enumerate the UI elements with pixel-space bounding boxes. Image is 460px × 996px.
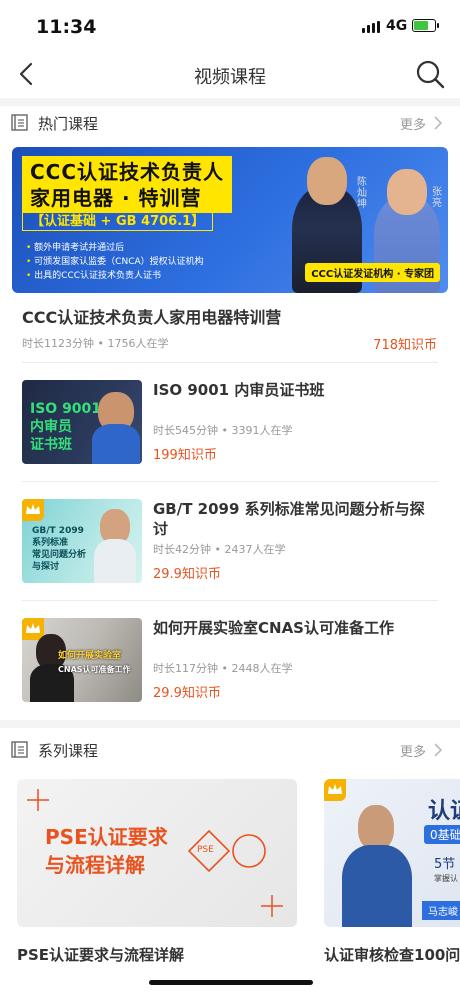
crown-icon	[22, 499, 44, 521]
course-title: 如何开展实验室CNAS认可准备工作	[153, 619, 394, 637]
featured-course-banner[interactable]: CCC认证技术负责人 家用电器 · 特训营 【认证基础 + GB 4706.1】…	[12, 147, 448, 293]
status-bar: 11:34 4G	[0, 0, 460, 50]
pse-badge: PSE	[197, 845, 214, 855]
instructor-photo	[342, 845, 412, 927]
thumb-text: 系列标准	[32, 538, 69, 548]
corner-mark-icon	[27, 789, 49, 811]
course-price: 29.9知识币	[153, 567, 221, 582]
signal-icon	[362, 21, 382, 33]
corner-mark-icon	[261, 895, 283, 917]
series-card[interactable]: 认证 0基础 5节 掌握认 马志峻	[324, 779, 460, 927]
series-thumb-text: PSE认证要求	[45, 825, 168, 849]
instructor-photo	[94, 539, 136, 583]
series-section-header: 系列课程 更多	[0, 736, 460, 764]
course-thumbnail: ISO 9001 内审员 证书班	[22, 380, 142, 464]
course-list-item[interactable]: 如何开展实验室 CNAS认可准备工作 如何开展实验室CNAS认可准备工作 时长1…	[0, 608, 460, 726]
chevron-right-icon[interactable]	[432, 115, 444, 131]
featured-course-meta: 时长1123分钟 • 1756人在学	[22, 337, 169, 350]
thumb-text: 常见问题分析	[32, 550, 87, 560]
divider	[22, 362, 438, 363]
presenter-face	[387, 169, 427, 215]
more-link[interactable]: 更多	[400, 114, 426, 133]
search-icon[interactable]	[414, 58, 446, 90]
battery-icon	[412, 19, 439, 32]
thumb-text: 证书班	[30, 437, 72, 453]
more-link[interactable]: 更多	[400, 741, 426, 760]
series-thumb-note: 掌握认	[434, 874, 458, 883]
series-thumb-text: 与流程详解	[45, 853, 145, 877]
course-meta: 时长42分钟 • 2437人在学	[153, 543, 286, 556]
course-title: ISO 9001 内审员证书班	[153, 381, 325, 399]
home-indicator[interactable]	[149, 980, 313, 985]
status-time: 11:34	[36, 16, 97, 38]
featured-course-title[interactable]: CCC认证技术负责人家用电器特训营	[22, 304, 281, 328]
chevron-right-icon[interactable]	[432, 742, 444, 758]
hot-section-header: 热门课程 更多	[0, 109, 460, 137]
presenter-face	[307, 157, 347, 205]
course-list-item[interactable]: GB/T 2099 系列标准 常见问题分析 与探讨 GB/T 2099 系列标准…	[0, 489, 460, 607]
presenter-name: 张亮	[432, 187, 442, 209]
banner-headline-line1: CCC认证技术负责人	[30, 160, 225, 184]
banner-bullets: 额外申请考试并通过后 可颁发国家认监委（CNCA）授权认证机构 出具的CCC认证…	[26, 241, 204, 283]
network-type: 4G	[386, 18, 408, 34]
banner-bullet: 出具的CCC认证技术负责人证书	[26, 269, 204, 283]
course-thumbnail: GB/T 2099 系列标准 常见问题分析 与探讨	[22, 499, 142, 583]
divider	[22, 600, 438, 601]
nav-bar: 视频课程	[0, 50, 460, 98]
banner-subtitle: 【认证基础 + GB 4706.1】	[22, 208, 214, 231]
list-icon	[11, 741, 28, 758]
thumb-text: 与探讨	[32, 562, 60, 572]
section-divider	[0, 98, 460, 106]
thumb-text: ISO 9001	[30, 401, 102, 417]
series-title[interactable]: PSE认证要求与流程详解	[17, 944, 297, 965]
course-meta: 时长545分钟 • 3391人在学	[153, 424, 293, 437]
course-meta: 时长117分钟 • 2448人在学	[153, 662, 293, 675]
thumb-text: GB/T 2099	[32, 526, 84, 536]
presenter-name: 陈灿坤	[357, 177, 367, 210]
list-icon	[11, 114, 28, 131]
banner-bullet: 可颁发国家认监委（CNCA）授权认证机构	[26, 255, 203, 269]
series-card[interactable]: PSE认证要求 与流程详解 PSE	[17, 779, 297, 927]
series-thumb-count: 5节	[434, 857, 456, 872]
section-title: 热门课程	[38, 115, 99, 133]
crown-icon	[324, 779, 346, 801]
course-list-item[interactable]: ISO 9001 内审员 证书班 ISO 9001 内审员证书班 时长545分钟…	[0, 370, 460, 488]
thumb-text: 如何开展实验室	[58, 651, 122, 661]
banner-tag: CCC认证发证机构 · 专家团	[305, 263, 440, 282]
banner-bullet: 额外申请考试并通过后	[26, 241, 204, 255]
banner-headline: CCC认证技术负责人 家用电器 · 特训营	[22, 156, 233, 213]
series-thumb-title: 认证	[428, 799, 460, 824]
series-title[interactable]: 认证审核检查100问	[324, 944, 460, 965]
section-title: 系列课程	[38, 742, 99, 760]
series-thumb-sub: 0基础	[424, 825, 460, 844]
thumb-text: 内审员	[30, 419, 72, 435]
course-thumbnail: 如何开展实验室 CNAS认可准备工作	[22, 618, 142, 702]
course-title: GB/T 2099 系列标准常见问题分析与探讨	[153, 500, 425, 538]
thumb-text: CNAS认可准备工作	[58, 665, 131, 674]
page-title: 视频课程	[194, 67, 266, 88]
featured-course-price: 718知识币	[373, 338, 437, 353]
course-price: 29.9知识币	[153, 686, 221, 701]
series-thumb-name: 马志峻	[422, 901, 460, 920]
course-price: 199知识币	[153, 448, 217, 463]
divider	[22, 481, 438, 482]
section-divider	[0, 720, 460, 728]
pse-mark-icon	[232, 834, 266, 868]
instructor-photo	[92, 424, 140, 464]
